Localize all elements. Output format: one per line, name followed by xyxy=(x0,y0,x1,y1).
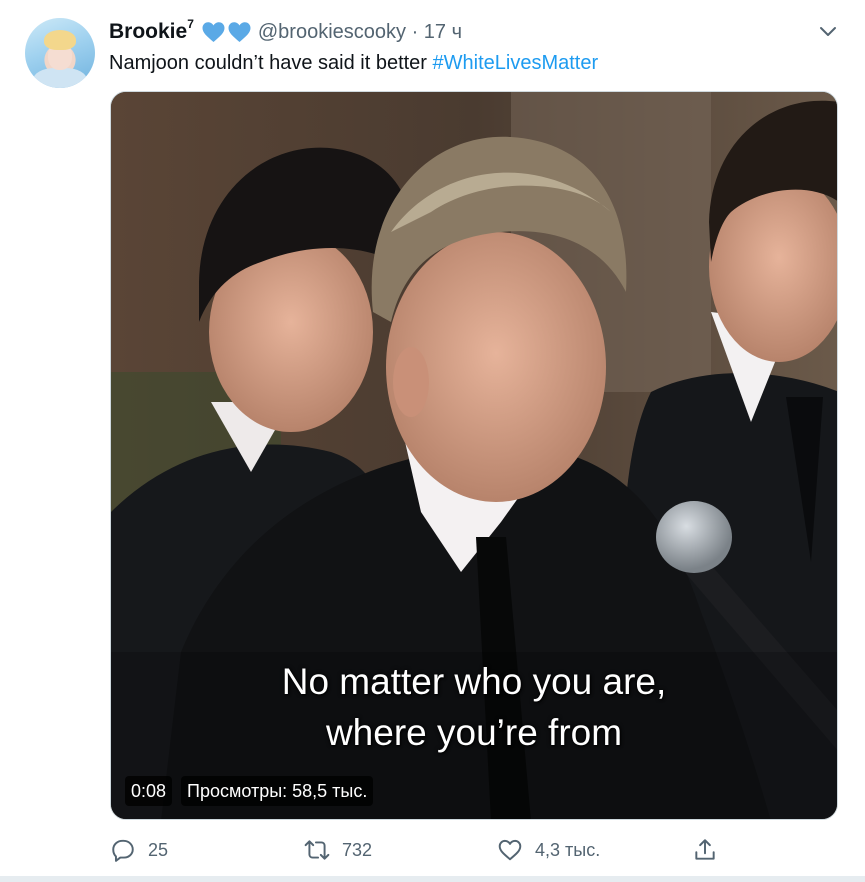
blue-heart-icon xyxy=(228,22,251,42)
blue-heart-icon xyxy=(202,22,225,42)
like-count: 4,3 тыс. xyxy=(535,839,601,860)
reply-button[interactable]: 25 xyxy=(110,830,168,870)
display-name[interactable]: Brookie xyxy=(109,20,187,44)
like-icon xyxy=(498,839,522,861)
retweet-button[interactable]: 732 xyxy=(304,830,372,870)
chevron-down-icon[interactable] xyxy=(818,22,838,42)
tweet-card: Brookie 7 @brookiescooky · 17 ч Namjoon … xyxy=(0,0,865,882)
share-icon xyxy=(695,839,715,860)
avatar-hair xyxy=(44,30,76,50)
tweet-text: Namjoon couldn’t have said it better #Wh… xyxy=(109,50,598,76)
divider xyxy=(0,876,865,882)
tweet-actions: 25 732 4,3 тыс. xyxy=(0,830,865,870)
hashtag-link[interactable]: #WhiteLivesMatter xyxy=(433,52,599,74)
name-emojis xyxy=(201,21,252,43)
like-button[interactable]: 4,3 тыс. xyxy=(497,830,600,870)
video-time-badge: 0:08 xyxy=(125,776,173,806)
handle-and-time[interactable]: @brookiescooky · 17 ч xyxy=(258,21,462,44)
avatar-shirt xyxy=(33,68,87,88)
video-subtitle-line-1: No matter who you are, xyxy=(281,661,667,702)
tweet-body: Namjoon couldn’t have said it better xyxy=(109,52,433,74)
retweet-icon xyxy=(304,840,330,860)
user-avatar[interactable] xyxy=(25,18,95,88)
share-button[interactable] xyxy=(692,830,718,870)
video-player[interactable]: No matter who you are, where you’re from… xyxy=(110,91,838,820)
reply-count: 25 xyxy=(148,839,169,860)
tweet-header: Brookie 7 @brookiescooky · 17 ч xyxy=(109,17,462,45)
video-views-badge: Просмотры: 58,5 тыс. xyxy=(181,776,374,806)
reply-icon xyxy=(112,839,134,862)
retweet-count: 732 xyxy=(342,839,373,860)
video-subtitle-line-2: where you’re from xyxy=(325,712,623,753)
name-superscript: 7 xyxy=(187,17,194,31)
